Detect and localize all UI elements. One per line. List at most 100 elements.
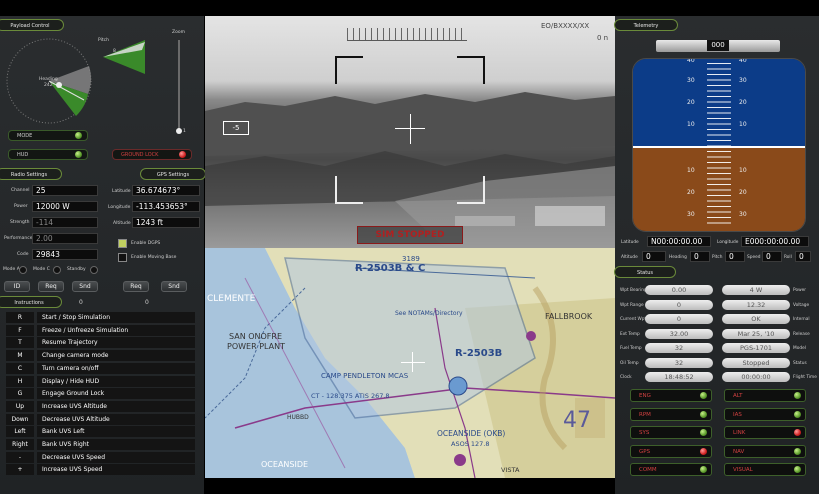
status-label: Internal [793,317,810,322]
instructions-zero-a: 0 [79,299,83,306]
instruction-description: Freeze / Unfreeze Simulation [37,324,195,336]
status-value: 12.32 [722,299,790,310]
hud-led-icon [75,151,82,158]
radio-code-label: Code [17,252,29,257]
status-label: Clock [620,375,632,380]
status-value: 4 W [722,285,790,295]
instruction-description: Increase UVS Altitude [37,400,195,412]
map-place-oceanside: OCEANSIDE [261,460,309,469]
pitch-tick-10-r: 10 [739,121,747,128]
pitch-tick-10-l: 10 [687,121,695,128]
map-place-camp-pendleton: CAMP PENDLETON MCAS [321,372,409,380]
pitch-tick-40-l: 40 [687,58,695,64]
instruction-row: R Start / Stop Simulation [6,312,196,323]
mode-a-radio[interactable] [19,266,27,274]
status-label: Flight Time [793,375,817,380]
status-label: Power [793,288,806,293]
camera-frame-bl [335,176,363,204]
instruction-key: F [6,324,34,336]
instruction-description: Turn camera on/off [37,362,195,374]
instruction-row: Down Decrease UVS Altitude [6,413,196,425]
radio-snd-button[interactable]: Snd [72,281,98,292]
enable-dgps-checkbox[interactable] [118,239,127,248]
pitch-tick-neg30-l: 30 [687,211,695,218]
sim-status-badge: SIM STOPPED [357,226,463,244]
instruction-description: Engage Ground Lock [37,388,195,400]
ok-led-icon [794,392,801,399]
pitch-gauge[interactable] [100,40,150,80]
instruction-description: Decrease UVS Altitude [37,413,195,425]
zoom-slider-track[interactable] [178,40,180,132]
pitch-tick-20-r: 20 [739,99,747,106]
instruction-key: C [6,362,34,374]
pitch-tick-40-r: 40 [739,58,747,64]
map-big-number: 47 [563,408,591,433]
heading-value: 242 [44,83,53,88]
aircraft-position-icon-vertical [412,352,413,372]
radio-performance-field: 2.00 [32,233,98,244]
gps-snd-button[interactable]: Snd [161,281,187,292]
status-label: Oil Temp [620,360,639,366]
instruction-row: M Change camera mode [6,350,196,362]
ok-led-icon [700,392,707,399]
telemetry-latitude-label: Latitude [621,240,639,245]
map-altitude-label: 3189 [402,255,420,263]
status-value: 0 [645,299,713,310]
map-place-oceanside-okb: OCEANSIDE (OKB) [437,429,506,438]
gps-latitude-field[interactable]: 36.674673° [132,185,200,196]
ground-lock-label: GROUND LOCK [121,152,159,158]
map-place-hubbd: HUBBD [287,414,309,421]
instruction-key: R [6,312,34,323]
status-value: 32.00 [645,328,713,339]
map-place-vista: VISTA [501,466,520,474]
hud-label: HUD [17,152,29,158]
instruction-description: Increase UVS Speed [37,464,195,476]
telemetry-roll-label: Roll [784,255,792,260]
telemetry-longitude-label: Longitude [717,240,739,245]
status-value: 0.00 [645,285,713,295]
camera-frame-tl [335,56,363,84]
zoom-slider-handle[interactable] [176,128,182,134]
mode-led-icon [75,132,82,139]
instruction-row: H Display / Hide HUD [6,375,196,387]
radio-req-button[interactable]: Req [38,281,64,292]
radio-channel-label: Channel [11,188,30,193]
telemetry-heading-field: 0 [690,251,710,262]
gps-req-button[interactable]: Req [123,281,149,292]
heading-knob[interactable] [56,82,62,88]
instruction-row: G Engage Ground Lock [6,388,196,400]
gps-longitude-field[interactable]: -113.453653° [132,201,200,212]
instruction-key: G [6,388,34,400]
status-value: 0 [645,314,713,324]
radio-power-field[interactable]: 12000 W [32,201,98,212]
status-value: 18:48:52 [645,372,713,382]
radio-code-field[interactable]: 29843 [32,249,98,260]
instruction-description: Change camera mode [37,350,195,362]
map-place-power-plant: POWER PLANT [227,342,285,351]
mode-label: MODE [17,133,33,139]
standby-radio[interactable] [90,266,98,274]
enable-moving-base-checkbox[interactable] [118,253,127,262]
gps-altitude-field[interactable]: 1243 ft [132,217,200,228]
sectional-map[interactable]: R-2503B & C 3189 R-2503B CLEMENTE SAN ON… [205,248,615,478]
mode-c-label: Mode C [33,267,50,272]
instruction-key: + [6,464,34,476]
status-label: Release [793,331,810,337]
radio-id-button[interactable]: ID [4,281,30,292]
status-label: Wpt Range [620,302,644,308]
radio-power-label: Power [14,204,28,209]
mode-c-radio[interactable] [53,266,61,274]
instruction-description: Display / Hide HUD [37,375,195,387]
pitch-tick-20-l: 20 [687,99,695,106]
camera-view[interactable]: EO/BXXXX/XX 0 n -5 SIM STOPPED [205,16,615,248]
radio-performance-label: Performance [4,236,33,241]
heading-label: Heading [39,77,58,82]
error-led-icon [700,447,707,455]
radio-channel-field[interactable]: 25 [32,185,98,196]
mode-a-label: Mode A [3,267,20,272]
telemetry-altitude-field: 0 [642,251,666,262]
gps-longitude-label: Longitude [108,205,131,210]
instruction-key: Right [6,439,34,450]
map-place-fallbrook: FALLBROOK [545,312,593,321]
map-place-san-onofre: SAN ONOFRE [229,332,283,341]
